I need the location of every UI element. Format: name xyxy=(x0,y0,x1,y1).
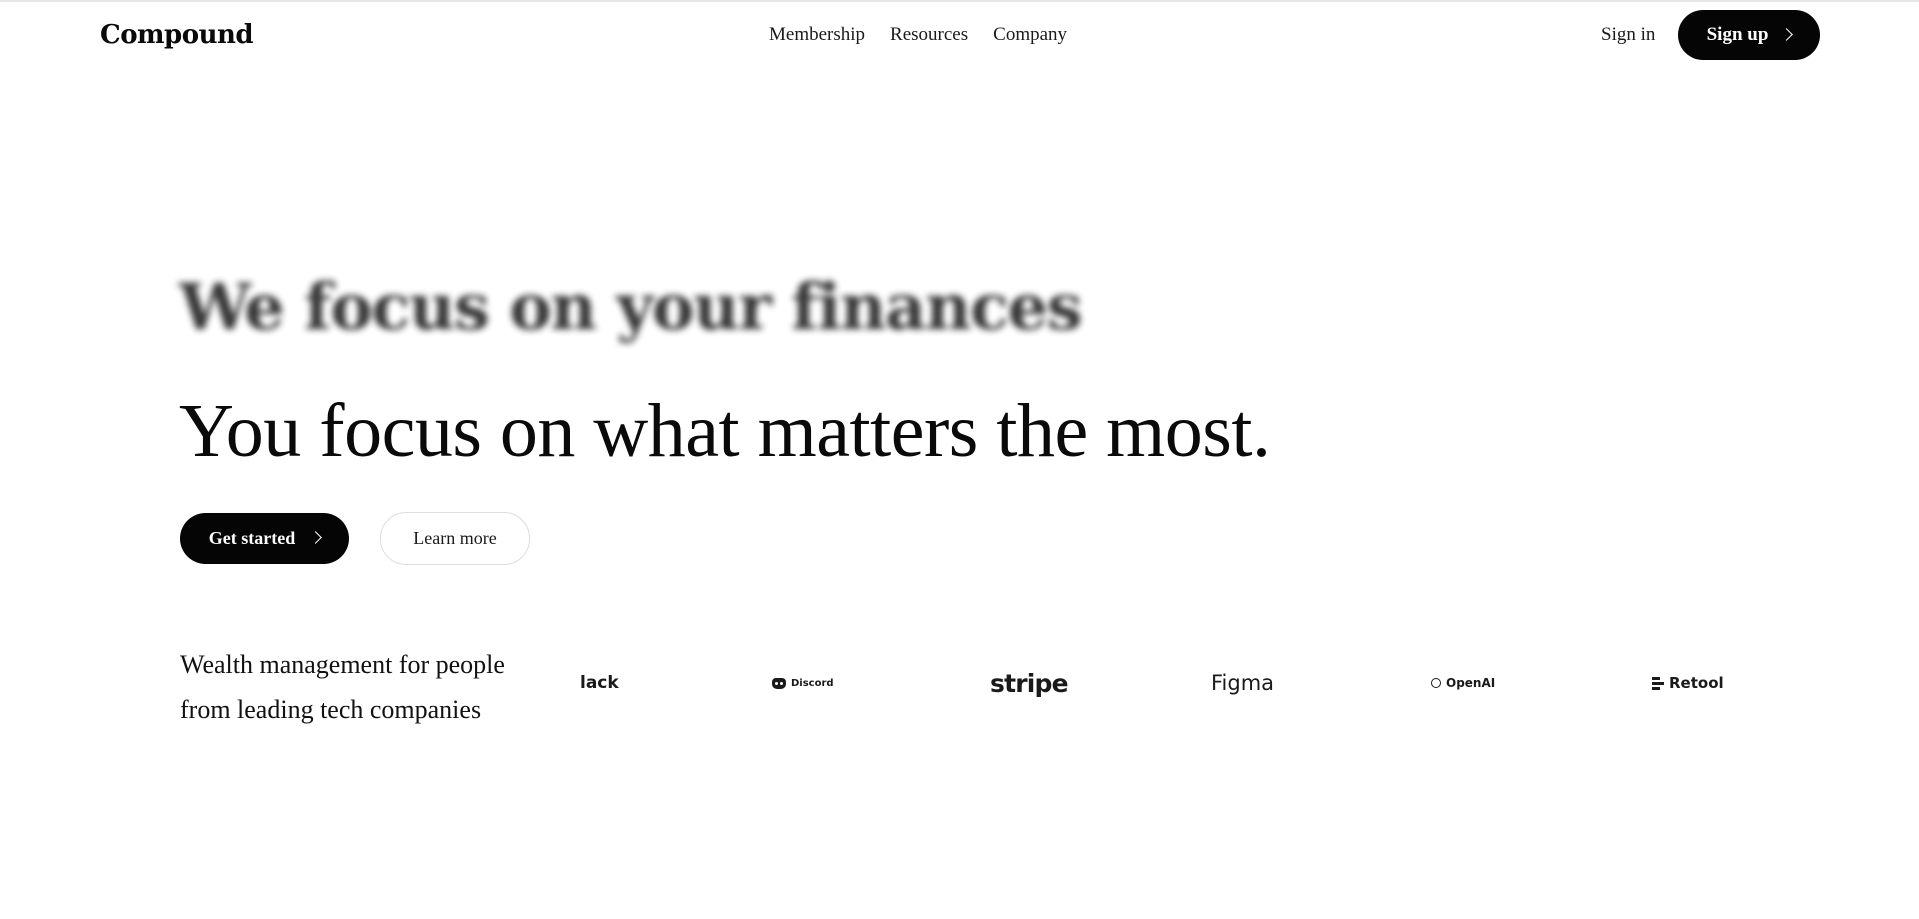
nav-link-membership[interactable]: Membership xyxy=(769,24,865,46)
hero-blurred-heading: We focus on your finances xyxy=(179,270,1083,345)
stripe-logo-text: stripe xyxy=(990,668,1069,698)
discord-logo: Discord xyxy=(772,668,834,698)
retool-logo: Retool xyxy=(1652,668,1724,698)
retool-icon xyxy=(1652,676,1664,690)
figma-logo: Figma xyxy=(1211,668,1274,698)
figma-logo-text: Figma xyxy=(1211,671,1275,695)
get-started-button[interactable]: Get started xyxy=(180,513,349,564)
customer-logo-strip: lack Discord stripe Figma OpenAI Retool xyxy=(0,668,1919,698)
nav-link-resources[interactable]: Resources xyxy=(890,24,968,46)
chevron-right-icon xyxy=(309,531,323,544)
nav-link-company[interactable]: Company xyxy=(993,24,1067,46)
get-started-label: Get started xyxy=(208,528,296,548)
stripe-logo: stripe xyxy=(990,668,1069,698)
openai-icon xyxy=(1431,678,1441,688)
discord-icon xyxy=(772,677,786,689)
hero-heading: You focus on what matters the most. xyxy=(179,389,1271,473)
discord-logo-text: Discord xyxy=(791,677,834,689)
learn-more-label: Learn more xyxy=(413,528,497,548)
openai-logo-text: OpenAI xyxy=(1446,676,1496,690)
sign-in-link[interactable]: Sign in xyxy=(1601,24,1655,46)
brand-logo[interactable]: Compound xyxy=(100,20,254,50)
learn-more-button[interactable]: Learn more xyxy=(380,512,530,565)
main-nav: Membership Resources Company xyxy=(769,24,1067,46)
slack-logo-text: lack xyxy=(580,673,619,693)
slack-logo: lack xyxy=(580,668,619,698)
retool-logo-text: Retool xyxy=(1669,674,1724,692)
chevron-right-icon xyxy=(1780,27,1794,41)
openai-logo: OpenAI xyxy=(1431,668,1495,698)
sign-up-label: Sign up xyxy=(1706,24,1769,45)
top-divider xyxy=(0,0,1919,2)
sign-up-button[interactable]: Sign up xyxy=(1678,10,1820,60)
